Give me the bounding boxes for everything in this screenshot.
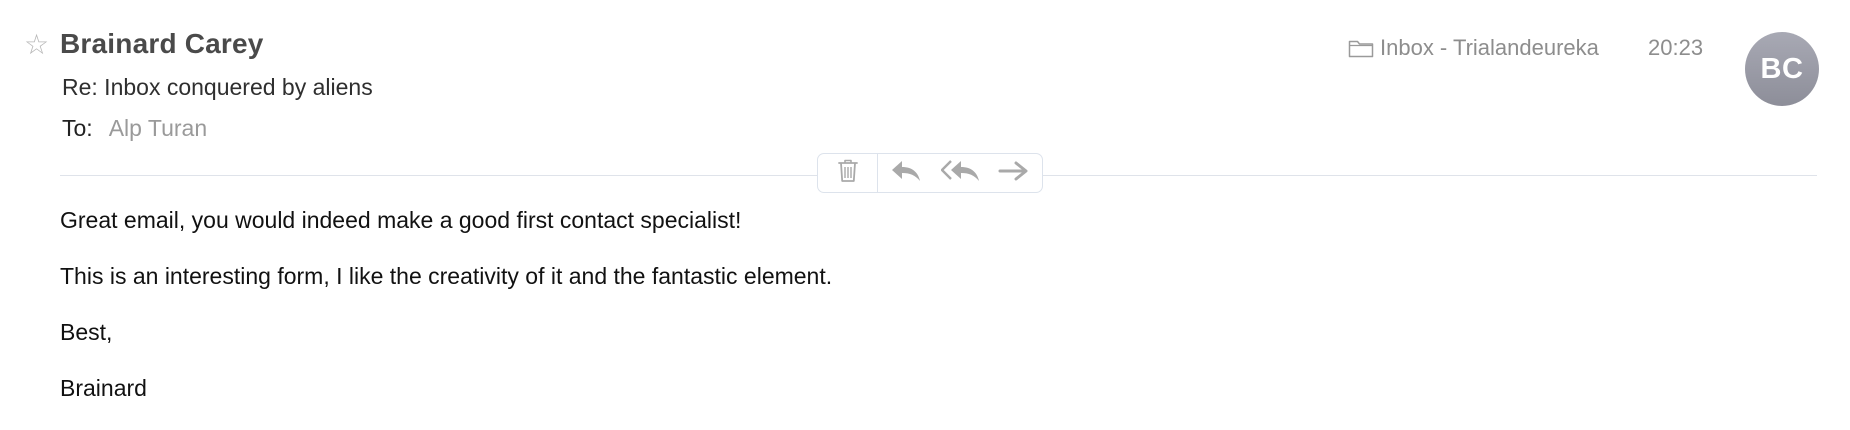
mailbox-name: Inbox - Trialandeureka xyxy=(1380,35,1599,60)
body-line: Brainard xyxy=(60,375,147,401)
folder-icon xyxy=(1348,38,1374,58)
reply-all-button[interactable] xyxy=(934,154,988,192)
delete-button[interactable] xyxy=(818,154,878,192)
forward-button[interactable] xyxy=(988,154,1040,192)
body-line: Best, xyxy=(60,319,113,345)
trash-icon xyxy=(837,158,859,189)
message-body: Great email, you would indeed make a goo… xyxy=(60,206,832,430)
to-label: To: xyxy=(62,115,93,141)
reply-all-icon xyxy=(940,159,981,188)
reply-button[interactable] xyxy=(878,154,934,192)
reply-icon xyxy=(890,159,922,188)
forward-icon xyxy=(998,160,1030,187)
mailbox-location: Inbox - Trialandeureka xyxy=(1348,35,1599,61)
avatar-initials: BC xyxy=(1760,52,1804,85)
recipient-row: To: Alp Turan xyxy=(62,115,207,142)
email-message-view: ☆ Brainard Carey Re: Inbox conquered by … xyxy=(0,0,1850,430)
email-subject: Re: Inbox conquered by aliens xyxy=(62,74,373,100)
star-icon[interactable]: ☆ xyxy=(24,30,49,60)
message-time: 20:23 xyxy=(1648,35,1704,60)
body-line: Great email, you would indeed make a goo… xyxy=(60,207,742,233)
message-actions-toolbar xyxy=(817,153,1043,193)
avatar: BC xyxy=(1745,32,1819,106)
body-line: This is an interesting form, I like the … xyxy=(60,263,833,289)
recipient-name[interactable]: Alp Turan xyxy=(109,115,207,141)
sender-name: Brainard Carey xyxy=(60,28,264,59)
